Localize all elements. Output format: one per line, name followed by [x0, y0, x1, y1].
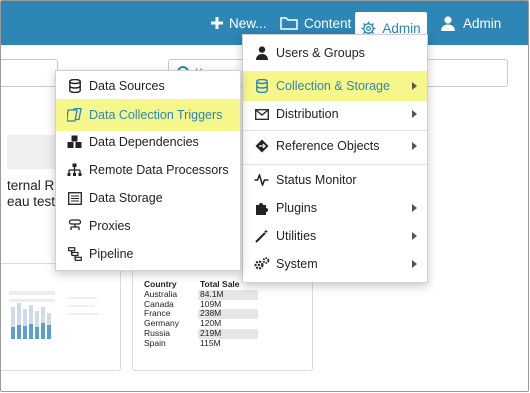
puzzle-icon [253, 200, 270, 217]
submenu-item-remote-data-processors[interactable]: Remote Data Processors [56, 157, 240, 183]
panel-header [7, 135, 57, 169]
submenu-item-data-dependencies[interactable]: Data Dependencies [56, 129, 240, 155]
envelope-icon [253, 106, 270, 123]
table-row: Spain 115M [144, 337, 258, 349]
user-menu-button[interactable]: Admin [441, 1, 501, 45]
submenu-item-pipeline[interactable]: Pipeline [56, 241, 240, 267]
chevron-right-icon [412, 142, 417, 150]
pipeline-icon [66, 246, 83, 263]
database-icon [253, 78, 270, 95]
cubes-icon [66, 134, 83, 151]
menu-item-label: Distribution [276, 107, 339, 121]
submenu-item-label: Data Storage [89, 191, 163, 205]
menu-divider [243, 164, 427, 165]
app-window: New... Content Admin Admin K ternal R ea… [0, 0, 529, 392]
table-cell: Spain [144, 337, 166, 348]
wand-icon [253, 228, 270, 245]
submenu-item-data-collection-triggers[interactable]: Data Collection Triggers [56, 99, 240, 131]
menu-item-system[interactable]: System [243, 251, 427, 277]
menu-divider [243, 130, 427, 131]
item-subtitle-fragment[interactable]: eau test [7, 194, 55, 209]
menu-item-label: Plugins [276, 201, 317, 215]
pulse-icon [253, 172, 270, 189]
item-title-fragment[interactable]: ternal R [7, 178, 54, 193]
sales-table-thumbnail: Country Total Sale Australia 84.1M Canad… [144, 279, 258, 349]
submenu-item-label: Data Collection Triggers [89, 108, 223, 122]
user-icon [253, 45, 270, 62]
storage-icon [66, 190, 83, 207]
table-cell: 115M [200, 337, 221, 348]
user-menu-label: Admin [463, 15, 502, 31]
menu-item-status-monitor[interactable]: Status Monitor [243, 167, 427, 193]
menu-item-users-groups[interactable]: Users & Groups [243, 38, 427, 68]
database-icon [66, 78, 83, 95]
menu-item-label: System [276, 257, 318, 271]
submenu-item-data-sources[interactable]: Data Sources [56, 73, 240, 99]
chevron-right-icon [412, 232, 417, 240]
submenu-item-label: Proxies [89, 219, 131, 233]
chart-thumbnail [7, 287, 117, 347]
menu-item-distribution[interactable]: Distribution [243, 101, 427, 127]
chevron-right-icon [412, 110, 417, 118]
menu-item-reference-objects[interactable]: Reference Objects [243, 133, 427, 159]
chevron-right-icon [412, 82, 417, 90]
submenu-item-proxies[interactable]: Proxies [56, 213, 240, 239]
chevron-right-icon [412, 204, 417, 212]
menu-item-label: Reference Objects [276, 139, 380, 153]
proxy-icon [66, 218, 83, 235]
menu-item-collection-storage[interactable]: Collection & Storage [243, 71, 427, 101]
submenu-item-label: Pipeline [89, 247, 134, 261]
chevron-right-icon [412, 260, 417, 268]
gears-icon [253, 256, 270, 273]
submenu-item-label: Remote Data Processors [89, 163, 229, 177]
menu-item-label: Collection & Storage [276, 79, 390, 93]
folder-icon [280, 17, 298, 30]
left-search-field[interactable] [1, 59, 58, 87]
user-icon [441, 15, 455, 31]
collection-storage-submenu: Data Sources Data Collection Triggers Da… [55, 70, 241, 271]
plus-icon [211, 17, 223, 29]
menu-item-utilities[interactable]: Utilities [243, 223, 427, 249]
trigger-icon [66, 107, 83, 124]
new-button-label: New... [229, 15, 267, 31]
submenu-item-label: Data Sources [89, 79, 165, 93]
sitemap-icon [66, 162, 83, 179]
content-button-label: Content [304, 15, 352, 31]
menu-item-label: Status Monitor [276, 173, 357, 187]
reference-icon [253, 138, 270, 155]
submenu-item-data-storage[interactable]: Data Storage [56, 185, 240, 211]
menu-item-label: Users & Groups [276, 46, 365, 60]
menu-item-label: Utilities [276, 229, 317, 243]
admin-dropdown-menu: Users & Groups Collection & Storage Dist… [242, 34, 428, 283]
menu-item-plugins[interactable]: Plugins [243, 195, 427, 221]
submenu-item-label: Data Dependencies [89, 135, 199, 149]
